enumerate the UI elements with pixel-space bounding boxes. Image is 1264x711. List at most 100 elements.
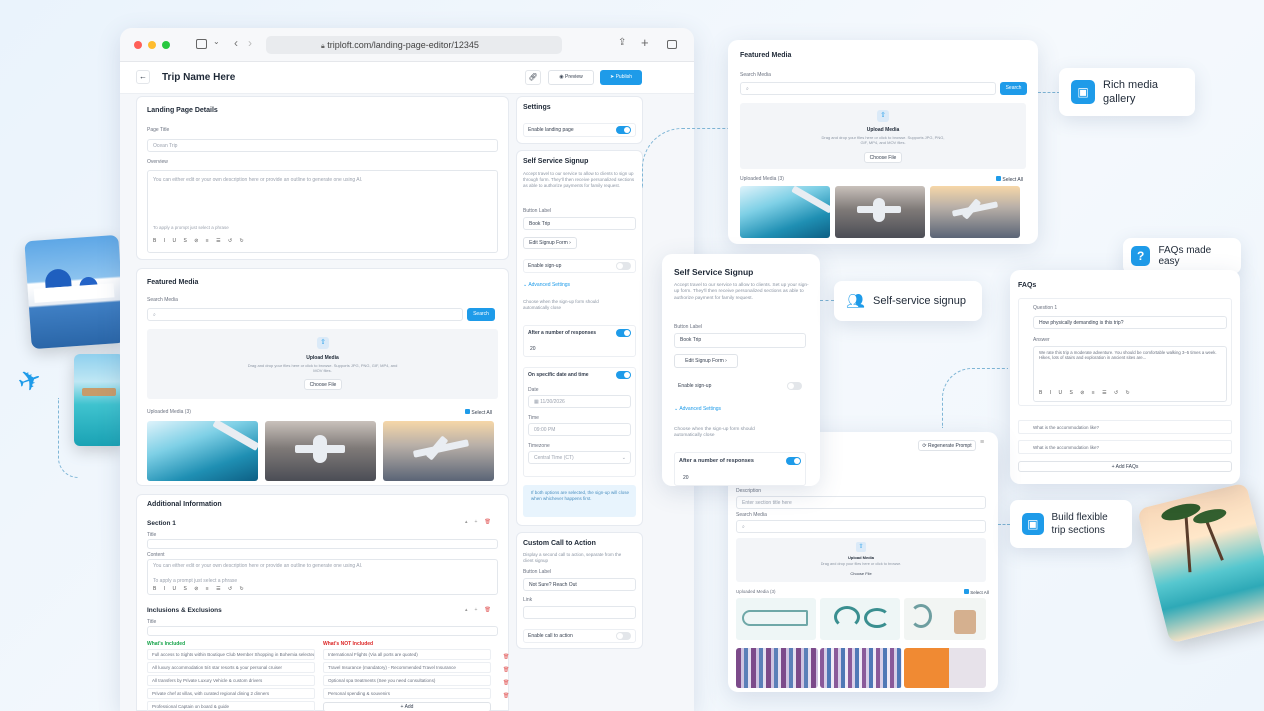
faq-item[interactable]: What is the accommodation like? (1018, 420, 1232, 434)
answer-textarea[interactable]: We rate this trip a moderate adventure. … (1033, 346, 1227, 402)
ship-plan-thumbnail[interactable] (820, 598, 900, 640)
question-input[interactable]: How physically demanding is this trip? (1033, 316, 1227, 329)
upload-dropzone[interactable]: ⇧ Upload Media Drag and drop your files … (736, 538, 986, 582)
deck-plan-thumbnail[interactable] (820, 648, 902, 688)
search-media-input[interactable]: ⌕ (736, 520, 986, 533)
date-input[interactable]: ▦ 11/30/2026 (528, 395, 631, 408)
cta-button-label-input[interactable]: Not Sure? Reach Out (523, 578, 636, 591)
time-input[interactable]: 09:00 PM (528, 423, 631, 436)
inclusions-title-input[interactable] (147, 626, 498, 636)
enable-landing-toggle[interactable] (616, 126, 631, 134)
button-label-input[interactable]: Book Trip (523, 217, 636, 230)
not-included-item[interactable]: Personal spending & souvenirs (323, 688, 491, 699)
section-content-textarea[interactable]: You can either edit or your own descript… (147, 559, 498, 595)
cta-link-input[interactable] (523, 606, 636, 619)
forward-icon[interactable]: › (248, 36, 252, 50)
select-all-checkbox[interactable]: Select All (996, 176, 1023, 183)
search-button[interactable]: Search (1000, 82, 1027, 95)
select-all-checkbox[interactable]: Select All (964, 589, 989, 595)
overview-textarea[interactable]: You can either edit or your own descript… (147, 170, 498, 253)
ship-plan-thumbnail[interactable] (904, 598, 986, 640)
not-included-item[interactable]: Travel Insurance (mandatory) - Recommend… (323, 662, 491, 673)
edit-signup-form-button[interactable]: Edit Signup Form › (523, 237, 577, 249)
included-item[interactable]: Professional Captain on board & guide (147, 701, 315, 711)
media-thumbnail[interactable] (147, 421, 258, 481)
minimize-dot[interactable] (148, 41, 156, 49)
button-label-input[interactable]: Book Trip (674, 333, 806, 348)
media-thumbnail[interactable] (930, 186, 1020, 238)
section-title: Landing Page Details (147, 107, 218, 114)
choose-file-button[interactable]: Choose File (864, 152, 902, 163)
back-arrow-button[interactable]: ← (136, 70, 150, 84)
back-icon[interactable]: ‹ (234, 36, 238, 50)
media-thumbnail[interactable] (835, 186, 925, 238)
search-media-input[interactable]: ⌕ (740, 82, 996, 95)
regenerate-prompt-button[interactable]: ⟳ Regenerate Prompt (918, 440, 976, 451)
choose-file-button[interactable]: Choose File (304, 379, 342, 390)
upload-dropzone[interactable]: ⇧ Upload Media Drag and drop your files … (740, 103, 1026, 169)
enable-signup-toggle[interactable] (616, 262, 631, 270)
choose-file-button[interactable]: Choose File (736, 571, 986, 576)
preview-button[interactable]: ◉ Preview (548, 70, 594, 85)
section-title: Featured Media (147, 279, 199, 286)
ship-plan-thumbnail[interactable] (736, 598, 816, 640)
info-notice: If both options are selected, the sign-u… (523, 485, 636, 517)
tabs-overview-icon[interactable] (667, 40, 677, 49)
formatting-toolbar[interactable]: B I U S ⊘ ≡ ☰ ↺ ↻ (153, 238, 247, 244)
section-title-input[interactable]: Enter section title here (736, 496, 986, 509)
formatting-toolbar[interactable]: B I U S ⊘ ≡ ☰ ↺ ↻ (153, 586, 247, 592)
after-responses-toggle[interactable] (786, 457, 801, 465)
included-item[interactable]: Private chef at villas, with curated reg… (147, 688, 315, 699)
address-bar[interactable]: 🔒︎ triploft.com/landing-page-editor/1234… (266, 36, 562, 54)
faq-item[interactable]: What is the accommodation like? (1018, 440, 1232, 454)
formatting-toolbar[interactable]: B I U S ⊘ ≡ ☰ ↺ ↻ (1039, 390, 1133, 396)
not-included-item[interactable]: Optional spa treatments (See you need co… (323, 675, 491, 686)
chevron-down-icon[interactable]: ⌄ (213, 37, 220, 46)
share-icon[interactable]: ⇪ (618, 37, 626, 48)
after-responses-toggle[interactable] (616, 329, 631, 337)
advanced-settings-link[interactable]: ⌄ Advanced Settings (674, 406, 721, 412)
advanced-settings-link[interactable]: ⌄ Advanced Settings (523, 282, 570, 288)
maximize-dot[interactable] (162, 41, 170, 49)
inclusions-actions[interactable]: ▴+🗑︎ (465, 607, 498, 613)
included-item[interactable]: All luxury accommodation 5/4 star resort… (147, 662, 315, 673)
section-actions[interactable]: ▴+🗑︎ (465, 519, 498, 525)
link-icon[interactable]: 🔗︎ (525, 70, 541, 85)
more-icon[interactable]: ≡ (980, 439, 984, 446)
new-tab-icon[interactable]: + (641, 35, 649, 50)
add-item-button[interactable]: + Add (323, 702, 491, 711)
self-service-signup-tag: 👥︎ Self-service signup (834, 281, 982, 321)
media-thumbnail[interactable] (265, 421, 376, 481)
edit-signup-form-button[interactable]: Edit Signup Form › (674, 354, 738, 368)
add-faq-button[interactable]: + Add FAQs (1018, 461, 1232, 472)
media-thumbnail[interactable] (740, 186, 830, 238)
browser-toolbar: ⌄ ‹ › 🔒︎ triploft.com/landing-page-edito… (120, 28, 694, 62)
included-item[interactable]: All transfers by Private Luxury Vehicle … (147, 675, 315, 686)
enable-cta-toggle[interactable] (616, 632, 631, 640)
rich-media-gallery-tag: ▣ Rich media gallery (1059, 68, 1195, 116)
page-title-input[interactable]: Ocean Trip (147, 139, 498, 152)
search-button[interactable]: Search (467, 308, 495, 321)
on-date-toggle[interactable] (616, 371, 631, 379)
signup-card: Self Service Signup Accept travel to our… (662, 254, 820, 486)
flexible-sections-tag: ▣ Build flexible trip sections (1010, 500, 1132, 548)
section-title-input[interactable] (147, 539, 498, 549)
upload-dropzone[interactable]: ⇧ Upload Media Drag and drop your files … (147, 329, 498, 399)
timezone-select[interactable]: Central Time (CT) ⌄ (528, 451, 631, 464)
select-all-checkbox[interactable]: Select All (465, 409, 492, 416)
not-included-item[interactable]: International Flights (Via all ports are… (323, 649, 491, 660)
media-thumbnail[interactable] (383, 421, 494, 481)
deck-plan-thumbnail[interactable] (904, 648, 986, 688)
url-text: triploft.com/landing-page-editor/12345 (327, 40, 479, 50)
sidebar-icon[interactable] (196, 39, 207, 49)
close-dot[interactable] (134, 41, 142, 49)
publish-button[interactable]: ➤ Publish (600, 70, 642, 85)
delete-icons[interactable]: 🗑︎ 🗑︎ 🗑︎ 🗑︎ (503, 651, 509, 703)
search-media-input[interactable]: ⌕ (147, 308, 463, 321)
responses-input[interactable]: 20 (530, 346, 536, 352)
included-item[interactable]: Full access to Sights within Boutique Cl… (147, 649, 315, 660)
deck-plan-thumbnail[interactable] (736, 648, 818, 688)
enable-signup-toggle[interactable] (787, 382, 802, 390)
after-responses-box: After a number of responses 20 (674, 452, 806, 486)
responses-input[interactable]: 20 (683, 475, 689, 481)
